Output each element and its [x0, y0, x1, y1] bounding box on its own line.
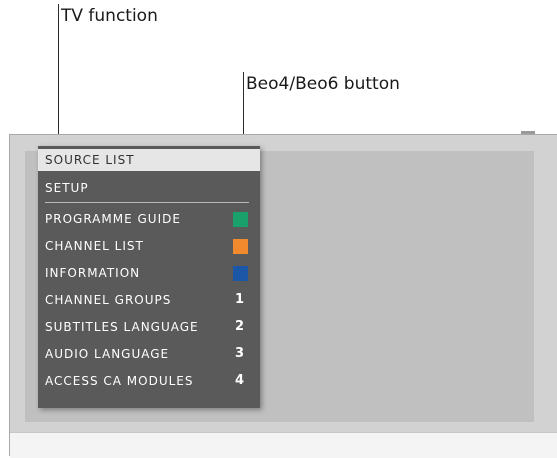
menu-item-label: CHANNEL LIST — [45, 239, 144, 253]
menu-item-label: INFORMATION — [45, 266, 141, 280]
tv-function-callout-line — [58, 4, 59, 148]
tv-bottom-bezel — [10, 432, 557, 458]
menu-item-channel-list[interactable]: CHANNEL LIST — [38, 235, 260, 257]
key-digit-3: 3 — [234, 346, 244, 361]
menu-item-channel-groups[interactable]: CHANNEL GROUPS 1 — [38, 289, 260, 311]
menu-item-source-list[interactable]: SOURCE LIST — [38, 149, 260, 171]
menu-item-label: PROGRAMME GUIDE — [45, 212, 181, 226]
blue-key-icon — [233, 266, 248, 281]
menu-item-programme-guide[interactable]: PROGRAMME GUIDE — [38, 208, 260, 230]
menu-item-label: CHANNEL GROUPS — [45, 293, 172, 307]
orange-key-icon — [233, 239, 248, 254]
menu-item-audio-language[interactable]: AUDIO LANGUAGE 3 — [38, 343, 260, 365]
menu-item-label: SOURCE LIST — [45, 153, 135, 167]
menu-item-information[interactable]: INFORMATION — [38, 262, 260, 284]
menu-divider — [45, 202, 249, 203]
green-key-icon — [233, 212, 248, 227]
menu-item-setup[interactable]: SETUP — [38, 177, 260, 199]
menu-item-label: SUBTITLES LANGUAGE — [45, 320, 199, 334]
tv-top-tick — [521, 131, 535, 134]
menu-item-label: SETUP — [45, 181, 89, 195]
key-digit-4: 4 — [234, 373, 244, 388]
menu-item-label: AUDIO LANGUAGE — [45, 347, 170, 361]
menu-item-label: ACCESS CA MODULES — [45, 374, 194, 388]
tv-menu: SOURCE LIST SETUP PROGRAMME GUIDE CHANNE… — [38, 146, 260, 408]
button-callout-label: Beo4/Beo6 button — [246, 74, 400, 94]
key-digit-1: 1 — [234, 292, 244, 307]
menu-item-subtitles-language[interactable]: SUBTITLES LANGUAGE 2 — [38, 316, 260, 338]
menu-item-access-ca-modules[interactable]: ACCESS CA MODULES 4 — [38, 370, 260, 392]
tv-function-callout-label: TV function — [61, 6, 158, 26]
key-digit-2: 2 — [234, 319, 244, 334]
